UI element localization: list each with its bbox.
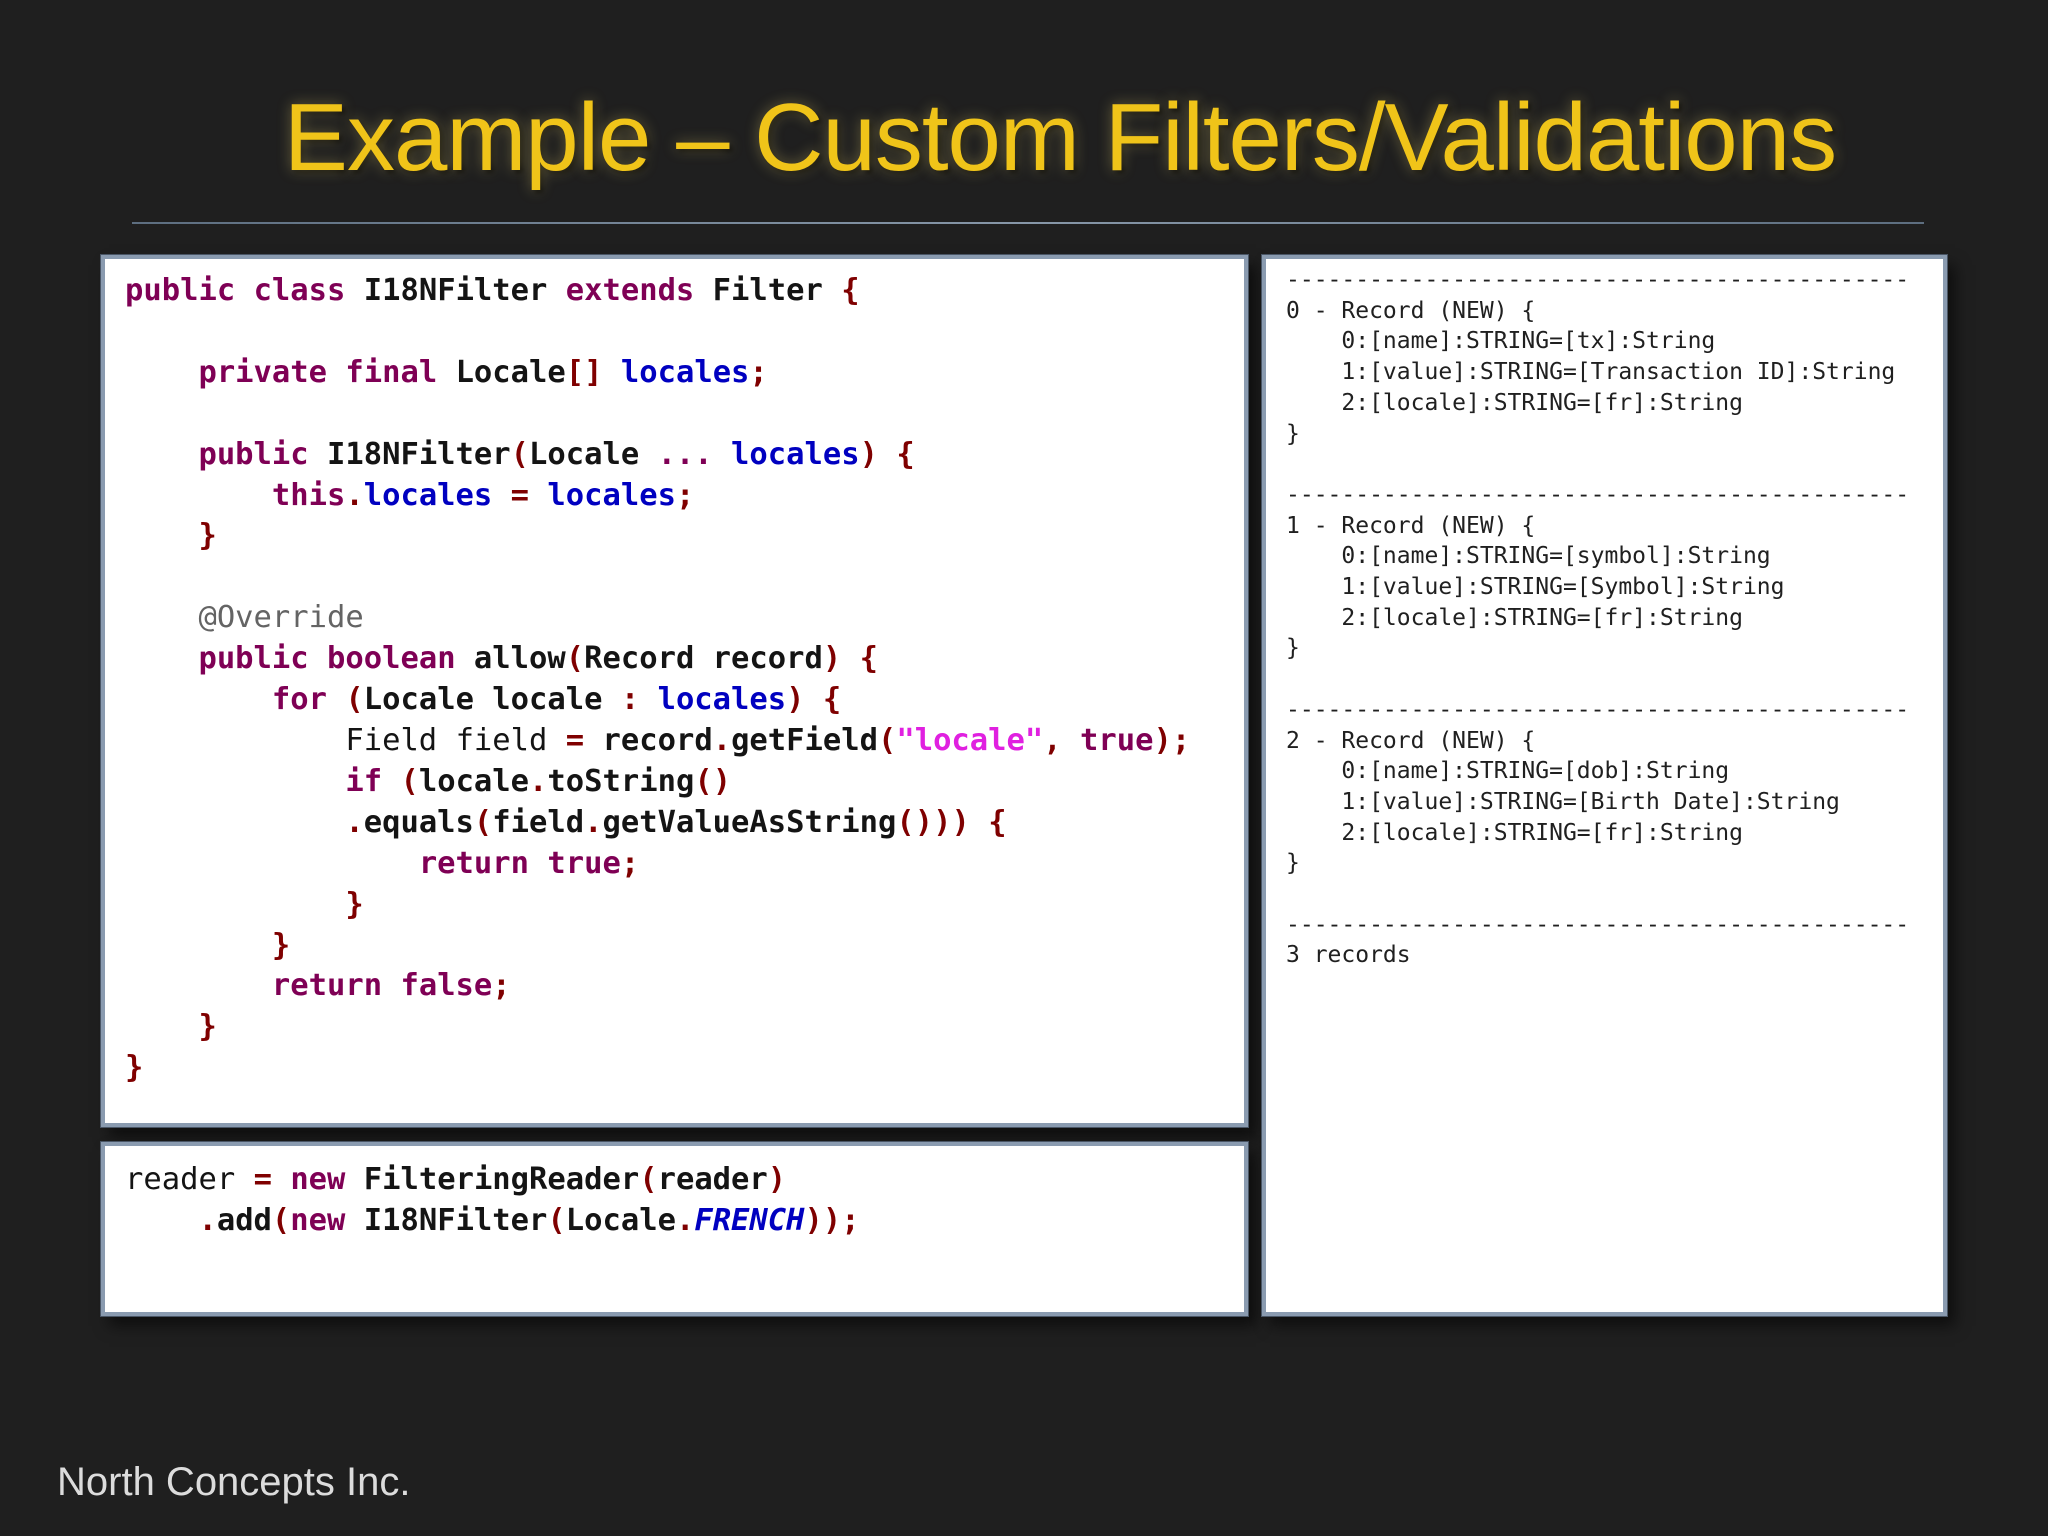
code-line: return false; xyxy=(271,968,511,1004)
reader-usage-code: reader = new FilteringReader(reader) .ad… xyxy=(125,1160,860,1242)
slide-title: Example – Custom Filters/Validations xyxy=(283,84,1837,191)
record-field: 0:[name]:STRING=[dob]:String xyxy=(1341,758,1730,785)
record-header: 1 - Record (NEW) { xyxy=(1286,512,1536,539)
code-line: } xyxy=(125,1050,144,1086)
record-field: 2:[locale]:STRING=[fr]:String xyxy=(1341,389,1743,416)
separator-line: ----------------------------------------… xyxy=(1286,267,1910,293)
code-line: @Override xyxy=(198,600,364,636)
record-field: 0:[name]:STRING=[symbol]:String xyxy=(1341,543,1771,570)
record-field: 0:[name]:STRING=[tx]:String xyxy=(1341,328,1716,355)
code-line: .equals(field.getValueAsString())) { xyxy=(345,804,1007,840)
title-divider xyxy=(132,222,1924,224)
code-line: } xyxy=(345,886,364,922)
console-output: ----------------------------------------… xyxy=(1286,265,1909,971)
record-header: 0 - Record (NEW) { xyxy=(1286,297,1536,324)
code-line: private final Locale[] locales; xyxy=(198,354,768,390)
code-line: this.locales = locales; xyxy=(271,477,695,513)
code-line: public I18NFilter(Locale ... locales) { xyxy=(198,436,915,472)
record-field: 1:[value]:STRING=[Symbol]:String xyxy=(1341,574,1785,601)
record-header: 2 - Record (NEW) { xyxy=(1286,727,1536,754)
code-line: Field field = record.getField("locale", … xyxy=(345,722,1191,758)
console-output-panel: ----------------------------------------… xyxy=(1262,255,1947,1316)
reader-usage-code-panel: reader = new FilteringReader(reader) .ad… xyxy=(101,1142,1248,1316)
code-line: } xyxy=(198,518,217,554)
filter-class-code: public class I18NFilter extends Filter {… xyxy=(125,271,1190,1089)
code-line: public class I18NFilter extends Filter { xyxy=(125,273,860,308)
code-line: reader = new FilteringReader(reader) xyxy=(125,1162,787,1197)
record-count: 3 records xyxy=(1286,942,1411,969)
separator-line: ----------------------------------------… xyxy=(1286,481,1910,508)
record-field: 1:[value]:STRING=[Birth Date]:String xyxy=(1341,788,1840,815)
record-close: } xyxy=(1286,635,1300,662)
code-line: } xyxy=(271,927,291,963)
filter-class-code-panel: public class I18NFilter extends Filter {… xyxy=(101,255,1248,1127)
footer-company: North Concepts Inc. xyxy=(57,1460,411,1504)
code-line: if (locale.toString() xyxy=(345,763,732,799)
record-field: 2:[locale]:STRING=[fr]:String xyxy=(1341,819,1743,846)
record-field: 2:[locale]:STRING=[fr]:String xyxy=(1341,604,1743,631)
record-close: } xyxy=(1286,850,1300,877)
record-close: } xyxy=(1286,420,1300,447)
separator-line: ----------------------------------------… xyxy=(1286,696,1910,723)
code-line: .add(new I18NFilter(Locale.FRENCH)); xyxy=(198,1202,860,1238)
code-line: } xyxy=(198,1009,217,1045)
code-line: for (Locale locale : locales) { xyxy=(271,682,842,718)
record-field: 1:[value]:STRING=[Transaction ID]:String xyxy=(1341,359,1896,386)
code-line: return true; xyxy=(418,845,640,881)
separator-line: ----------------------------------------… xyxy=(1286,911,1910,938)
code-line: public boolean allow(Record record) { xyxy=(198,641,878,677)
